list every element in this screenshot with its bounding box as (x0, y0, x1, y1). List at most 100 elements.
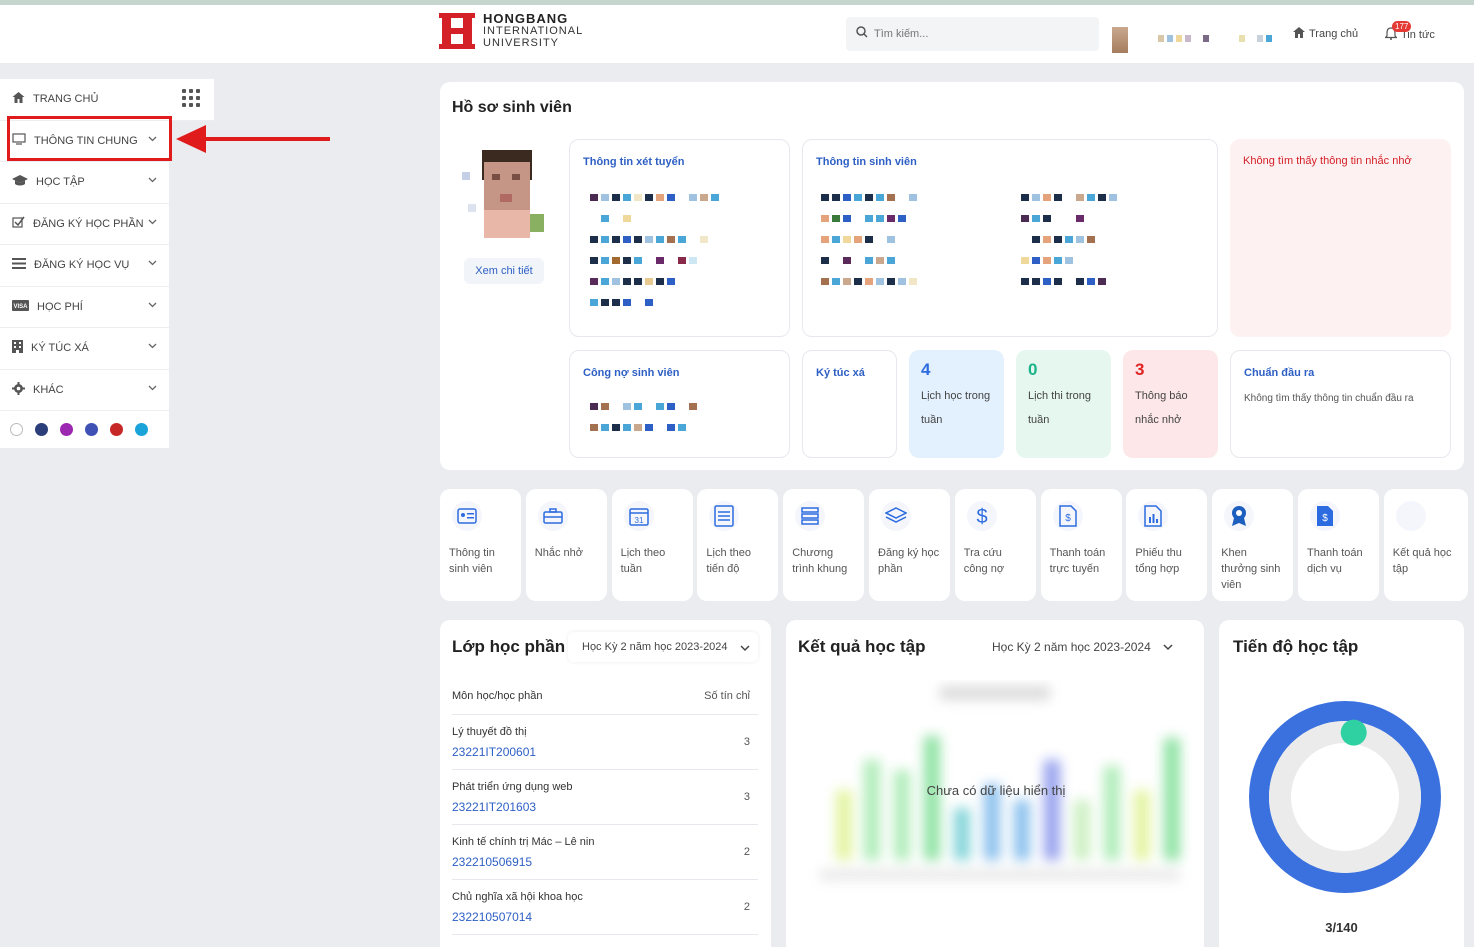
quick-action-label: Lịch theo tuần (621, 545, 691, 577)
sidebar-item-label: HỌC TẬP (36, 176, 85, 189)
results-empty-text: Chưa có dữ liệu hiển thị (926, 783, 1066, 798)
result-icon (1395, 501, 1426, 531)
student-info-title: Thông tin sinh viên (816, 156, 917, 168)
theme-color-dot[interactable] (135, 423, 148, 436)
class-code-link[interactable]: 232210507014 (452, 910, 532, 924)
quick-action-label: Thông tin sinh viên (449, 545, 519, 577)
search-box[interactable] (846, 17, 1099, 51)
sidebar-item-course-registration[interactable]: ĐĂNG KÝ HỌC PHẦN (0, 204, 169, 245)
results-semester-select[interactable]: Học Kỳ 2 năm học 2023-2024 (992, 640, 1173, 654)
quick-action-invoice[interactable]: $ Thanh toán trực tuyến (1040, 489, 1122, 601)
university-logo[interactable]: HONGBANG INTERNATIONAL UNIVERSITY (439, 12, 583, 49)
sidebar-item-other[interactable]: KHÁC (0, 370, 169, 411)
class-code-link[interactable]: 23221IT201603 (452, 800, 536, 814)
student-debt-card: Công nợ sinh viên (569, 350, 790, 458)
chevron-down-icon (1163, 640, 1173, 654)
weekly-exam-stat[interactable]: 0 Lịch thi trong tuần (1016, 350, 1111, 458)
sidebar-item-home[interactable]: TRANG CHỦ (0, 79, 214, 121)
stat-number: 3 (1135, 360, 1145, 379)
quick-action-label-line: trình khung (792, 563, 848, 575)
study-results-panel: Kết quả học tập Học Kỳ 2 năm học 2023-20… (786, 620, 1204, 947)
quick-action-label: Lịch theo tiến độ (706, 545, 776, 577)
service-invoice-icon: $ (1310, 501, 1340, 531)
class-name: Lý thuyết đồ thị (452, 726, 527, 738)
svg-text:$: $ (1322, 513, 1328, 524)
quick-action-service-invoice[interactable]: $ Thanh toán dịch vụ (1298, 489, 1379, 601)
progress-value: 3/140 (1325, 920, 1358, 935)
student-photo (454, 142, 544, 248)
user-name-blurred[interactable] (1158, 35, 1272, 42)
stat-number: 0 (1028, 360, 1038, 379)
quick-action-label: Tra cứu công nợ (964, 545, 1034, 577)
chevron-down-icon (148, 258, 157, 269)
quick-action-calendar[interactable]: 31 Lịch theo tuần (611, 489, 693, 601)
table-row[interactable]: Chủ nghĩa xã hội khoa học 232210507014 2 (452, 880, 758, 935)
class-credits: 2 (743, 901, 750, 913)
quick-action-award[interactable]: Khen thưởng sinh viên (1212, 489, 1294, 601)
invoice-icon: $ (1052, 501, 1083, 531)
sidebar-item-academic-services[interactable]: ĐĂNG KÝ HỌC VỤ (0, 245, 169, 287)
nav-home-link[interactable]: Trang chủ (1293, 27, 1358, 41)
reminder-empty-text: Không tìm thấy thông tin nhắc nhở (1243, 155, 1412, 167)
chevron-down-icon (148, 175, 157, 186)
theme-color-dot[interactable] (10, 423, 23, 436)
view-detail-button[interactable]: Xem chi tiết (464, 258, 544, 284)
apps-grid-icon[interactable] (182, 89, 200, 107)
sidebar-item-dormitory[interactable]: KÝ TÚC XÁ (0, 328, 169, 370)
quick-action-stack[interactable]: Chương trình khung (783, 489, 865, 601)
quick-action-id-card[interactable]: Thông tin sinh viên (440, 489, 521, 601)
quick-action-label-line: thưởng sinh (1221, 563, 1281, 575)
building-icon (12, 340, 23, 356)
quick-action-label-line: dịch vụ (1307, 563, 1342, 575)
sidebar-item-label: KHÁC (33, 383, 64, 396)
quick-action-chart-doc[interactable]: Phiếu thu tổng hợp (1126, 489, 1208, 601)
chart-doc-icon (1138, 501, 1169, 531)
theme-color-dot[interactable] (60, 423, 73, 436)
debt-blurred (590, 403, 697, 445)
quick-action-result[interactable]: Kết quả học tập (1383, 489, 1468, 601)
view-detail-label: Xem chi tiết (475, 265, 533, 277)
sidebar-item-label: KÝ TÚC XÁ (31, 342, 89, 355)
class-semester-select[interactable]: Học Kỳ 2 năm học 2023-2024 (568, 632, 758, 662)
quick-action-label: Chương trình khung (792, 545, 862, 577)
table-row[interactable]: Phát triển ứng dụng web 23221IT201603 3 (452, 770, 758, 825)
annotation-arrow-icon (176, 124, 332, 159)
theme-color-dot[interactable] (35, 423, 48, 436)
sidebar-item-tuition[interactable]: VISA HỌC PHÍ (0, 287, 169, 328)
dorm-card[interactable]: Ký túc xá (802, 350, 897, 458)
quick-action-label-line: tiến độ (706, 563, 740, 575)
quick-action-dollar[interactable]: $ Tra cứu công nợ (954, 489, 1036, 601)
quick-action-label-line: Đăng ký học (878, 547, 940, 559)
student-info-blurred-right (1021, 194, 1117, 299)
quick-action-label-line: Chương (792, 547, 834, 559)
chevron-down-icon (148, 383, 157, 394)
award-icon (1224, 501, 1255, 531)
gear-icon (12, 381, 25, 398)
table-row[interactable]: Kinh tế chính trị Mác – Lê nin 2322105069… (452, 825, 758, 880)
theme-color-dot[interactable] (110, 423, 123, 436)
table-row[interactable]: Lý thuyết đồ thị 23221IT200601 3 (452, 715, 758, 770)
theme-color-dot[interactable] (85, 423, 98, 436)
home-icon (1293, 27, 1305, 41)
quick-action-layers[interactable]: Đăng ký học phần (869, 489, 950, 601)
reminder-notice-stat[interactable]: 3 Thông báo nhắc nhở (1123, 350, 1218, 458)
id-card-icon (452, 501, 482, 531)
class-sections-panel: Lớp học phần Học Kỳ 2 năm học 2023-2024 … (440, 620, 771, 947)
chevron-down-icon (740, 643, 750, 655)
sidebar-item-study[interactable]: HỌC TẬP (0, 162, 169, 204)
quick-action-list-doc[interactable]: Lịch theo tiến độ (697, 489, 779, 601)
quick-action-label-line: Thông tin (449, 547, 495, 559)
quick-action-label: Thanh toán dịch vụ (1307, 545, 1377, 577)
dorm-title: Ký túc xá (816, 367, 865, 379)
search-input[interactable] (874, 28, 1074, 40)
layers-icon (881, 501, 911, 531)
weekly-schedule-stat[interactable]: 4 Lịch học trong tuần (909, 350, 1004, 458)
search-icon (856, 25, 868, 43)
stat-label-line1: Lịch thi trong (1028, 390, 1091, 402)
quick-action-briefcase[interactable]: Nhắc nhở (525, 489, 607, 601)
class-code-link[interactable]: 232210506915 (452, 855, 532, 869)
quick-action-label-line: tập (1392, 563, 1409, 575)
user-avatar[interactable] (1112, 27, 1128, 53)
class-code-link[interactable]: 23221IT200601 (452, 745, 536, 759)
admission-info-card: Thông tin xét tuyển (569, 139, 790, 337)
